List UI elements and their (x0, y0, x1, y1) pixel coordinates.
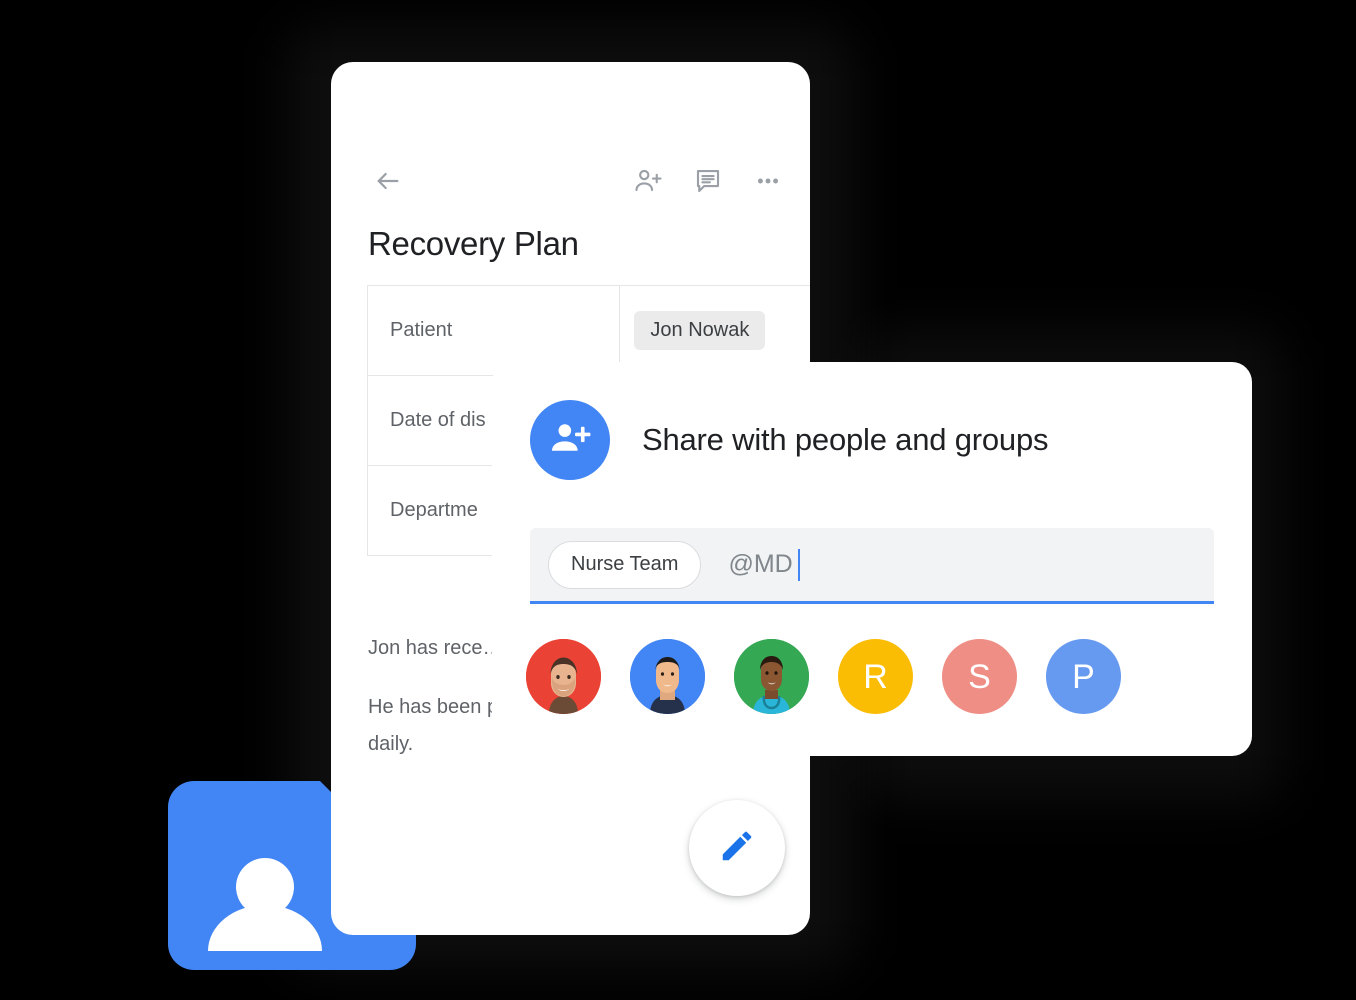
screenshot-stage: Recovery Plan Patient Jon Nowak Date of … (0, 0, 1356, 1000)
page-title: Recovery Plan (368, 225, 579, 262)
avatar-initial: R (863, 657, 888, 696)
avatar-photo-3[interactable] (734, 639, 809, 714)
share-dialog-header: Share with people and groups (530, 400, 1049, 480)
avatar-letter-s[interactable]: S (942, 639, 1017, 714)
avatar-letter-r[interactable]: R (838, 639, 913, 714)
comment-icon[interactable] (687, 160, 729, 202)
avatar-photo-2[interactable] (630, 639, 705, 714)
more-options-icon[interactable] (747, 160, 789, 202)
share-dialog: Share with people and groups Nurse Team … (492, 362, 1252, 756)
suggested-people-list: R S P (526, 639, 1121, 714)
avatar-photo-1[interactable] (526, 639, 601, 714)
recipient-chip-nurse-team[interactable]: Nurse Team (548, 540, 702, 589)
avatar-initial: S (968, 657, 991, 696)
edit-fab-button[interactable] (689, 800, 785, 896)
share-dialog-title: Share with people and groups (642, 422, 1049, 457)
edit-pencil-icon (718, 827, 756, 870)
back-arrow-icon[interactable] (367, 160, 409, 202)
share-recipients-input[interactable]: Nurse Team @MD (530, 528, 1214, 604)
text-cursor (797, 548, 800, 581)
share-input-typed-text: @MD (728, 548, 800, 581)
avatar-initial: P (1072, 657, 1095, 696)
person-add-icon[interactable] (627, 160, 669, 202)
patient-name-chip[interactable]: Jon Nowak (634, 311, 766, 350)
document-toolbar (331, 160, 810, 202)
person-add-icon (530, 400, 610, 480)
typed-value: @MD (728, 550, 793, 578)
avatar-letter-p[interactable]: P (1046, 639, 1121, 714)
